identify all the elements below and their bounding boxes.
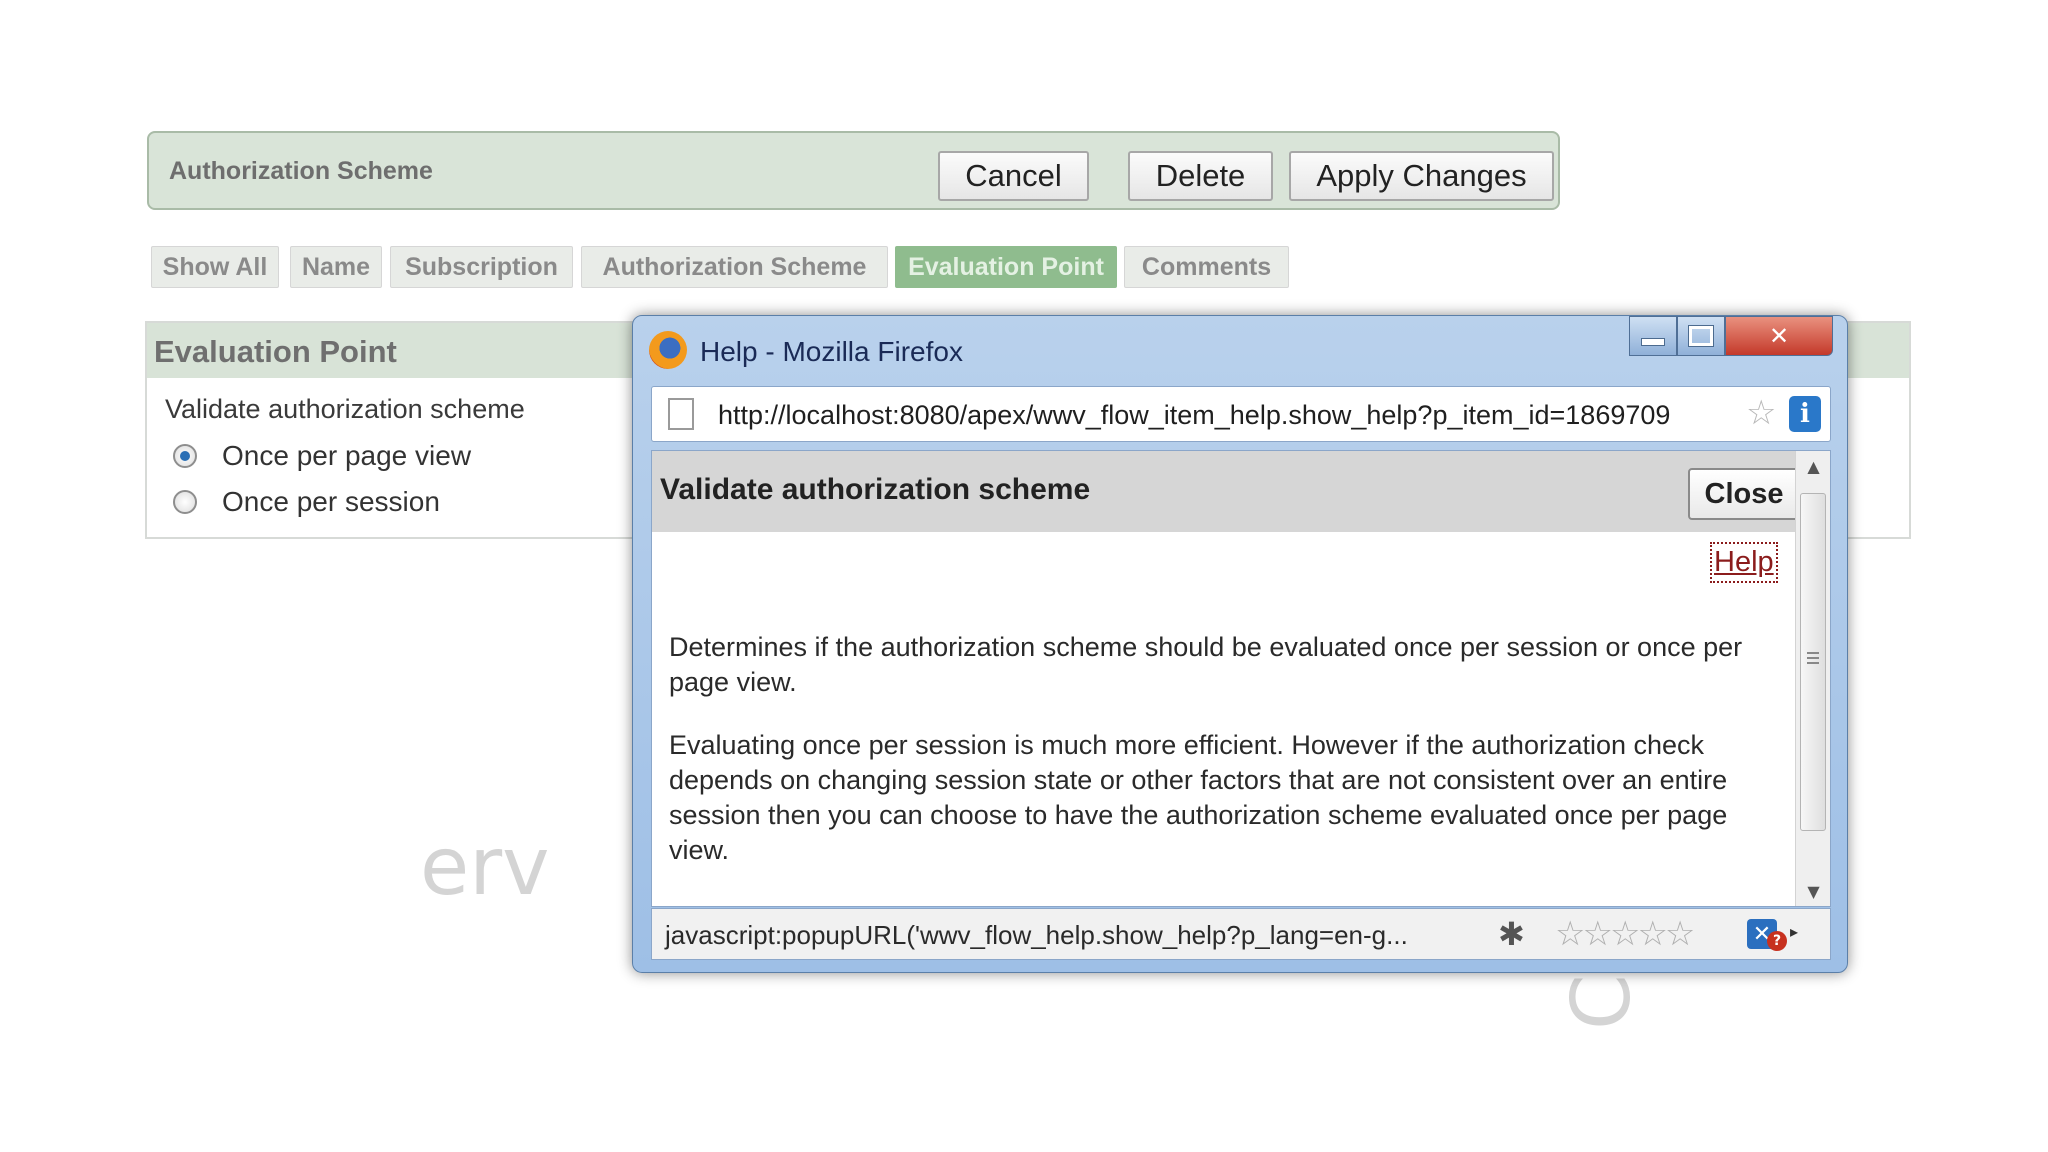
status-bar: javascript:popupURL('wwv_flow_help.show_… <box>651 908 1831 960</box>
tab-name[interactable]: Name <box>290 246 382 288</box>
help-link[interactable]: Help <box>1710 542 1778 583</box>
page-content: Validate authorization scheme Close Help… <box>651 450 1831 907</box>
minimize-button[interactable] <box>1629 316 1677 356</box>
arrow-right-icon[interactable]: ▸ <box>1790 922 1798 941</box>
firefox-logo-icon <box>649 331 687 369</box>
firefox-help-window: Help - Mozilla Firefox ✕ http://localhos… <box>632 315 1848 973</box>
radio-button[interactable] <box>173 490 197 514</box>
window-controls: ✕ <box>1629 316 1833 356</box>
star-icon[interactable]: ☆ <box>1746 396 1776 430</box>
window-title: Help - Mozilla Firefox <box>700 336 963 367</box>
status-text: javascript:popupURL('wwv_flow_help.show_… <box>665 920 1408 950</box>
help-paragraph: Determines if the authorization scheme s… <box>669 632 1743 697</box>
tab-show-all[interactable]: Show All <box>151 246 279 288</box>
rating-stars-icon[interactable]: ☆☆☆☆☆ <box>1555 914 1695 954</box>
close-button[interactable]: Close <box>1688 468 1800 520</box>
window-close-button[interactable]: ✕ <box>1725 316 1833 356</box>
tab-authorization-scheme[interactable]: Authorization Scheme <box>581 246 888 288</box>
scroll-up-arrow-icon[interactable]: ▲ <box>1796 451 1830 481</box>
page-title: Authorization Scheme <box>169 157 433 185</box>
scroll-down-arrow-icon[interactable]: ▼ <box>1796 876 1830 906</box>
radio-once-per-page-view[interactable]: Once per page view <box>173 440 471 472</box>
radio-once-per-session[interactable]: Once per session <box>173 486 440 518</box>
help-header: Validate authorization scheme <box>652 451 1795 532</box>
apply-changes-button[interactable]: Apply Changes <box>1289 151 1554 201</box>
radio-label: Once per page view <box>222 440 472 471</box>
page-icon <box>668 398 694 430</box>
maximize-icon <box>1688 325 1714 347</box>
scrollbar-thumb[interactable] <box>1800 493 1826 831</box>
grip-icon <box>1807 652 1819 666</box>
close-icon: ✕ <box>1768 322 1790 350</box>
help-title: Validate authorization scheme <box>660 473 1091 506</box>
window-titlebar[interactable]: Help - Mozilla Firefox ✕ <box>633 316 1847 372</box>
region-title: Evaluation Point <box>154 334 397 369</box>
info-icon[interactable]: i <box>1789 396 1821 432</box>
bug-icon[interactable]: ✱ <box>1498 915 1525 953</box>
radio-label: Once per session <box>222 486 440 517</box>
help-paragraph: Evaluating once per session is much more… <box>669 730 1728 865</box>
help-question-icon[interactable]: ? <box>1767 931 1787 951</box>
header-bar: Authorization Scheme Cancel Delete Apply… <box>147 131 1560 210</box>
radio-button-selected[interactable] <box>173 444 197 468</box>
field-label: Validate authorization scheme <box>165 394 525 424</box>
vertical-scrollbar[interactable]: ▲ ▼ <box>1795 451 1830 906</box>
watermark-text: erv <box>420 820 550 913</box>
cancel-button[interactable]: Cancel <box>938 151 1089 201</box>
maximize-button[interactable] <box>1677 316 1725 356</box>
help-text: Determines if the authorization scheme s… <box>669 630 1759 896</box>
delete-button[interactable]: Delete <box>1128 151 1273 201</box>
url-text[interactable]: http://localhost:8080/apex/wwv_flow_item… <box>718 400 1670 431</box>
tab-evaluation-point[interactable]: Evaluation Point <box>895 246 1117 288</box>
tab-subscription[interactable]: Subscription <box>390 246 573 288</box>
tab-comments[interactable]: Comments <box>1124 246 1289 288</box>
minimize-icon <box>1641 338 1665 346</box>
address-bar[interactable]: http://localhost:8080/apex/wwv_flow_item… <box>651 386 1831 442</box>
